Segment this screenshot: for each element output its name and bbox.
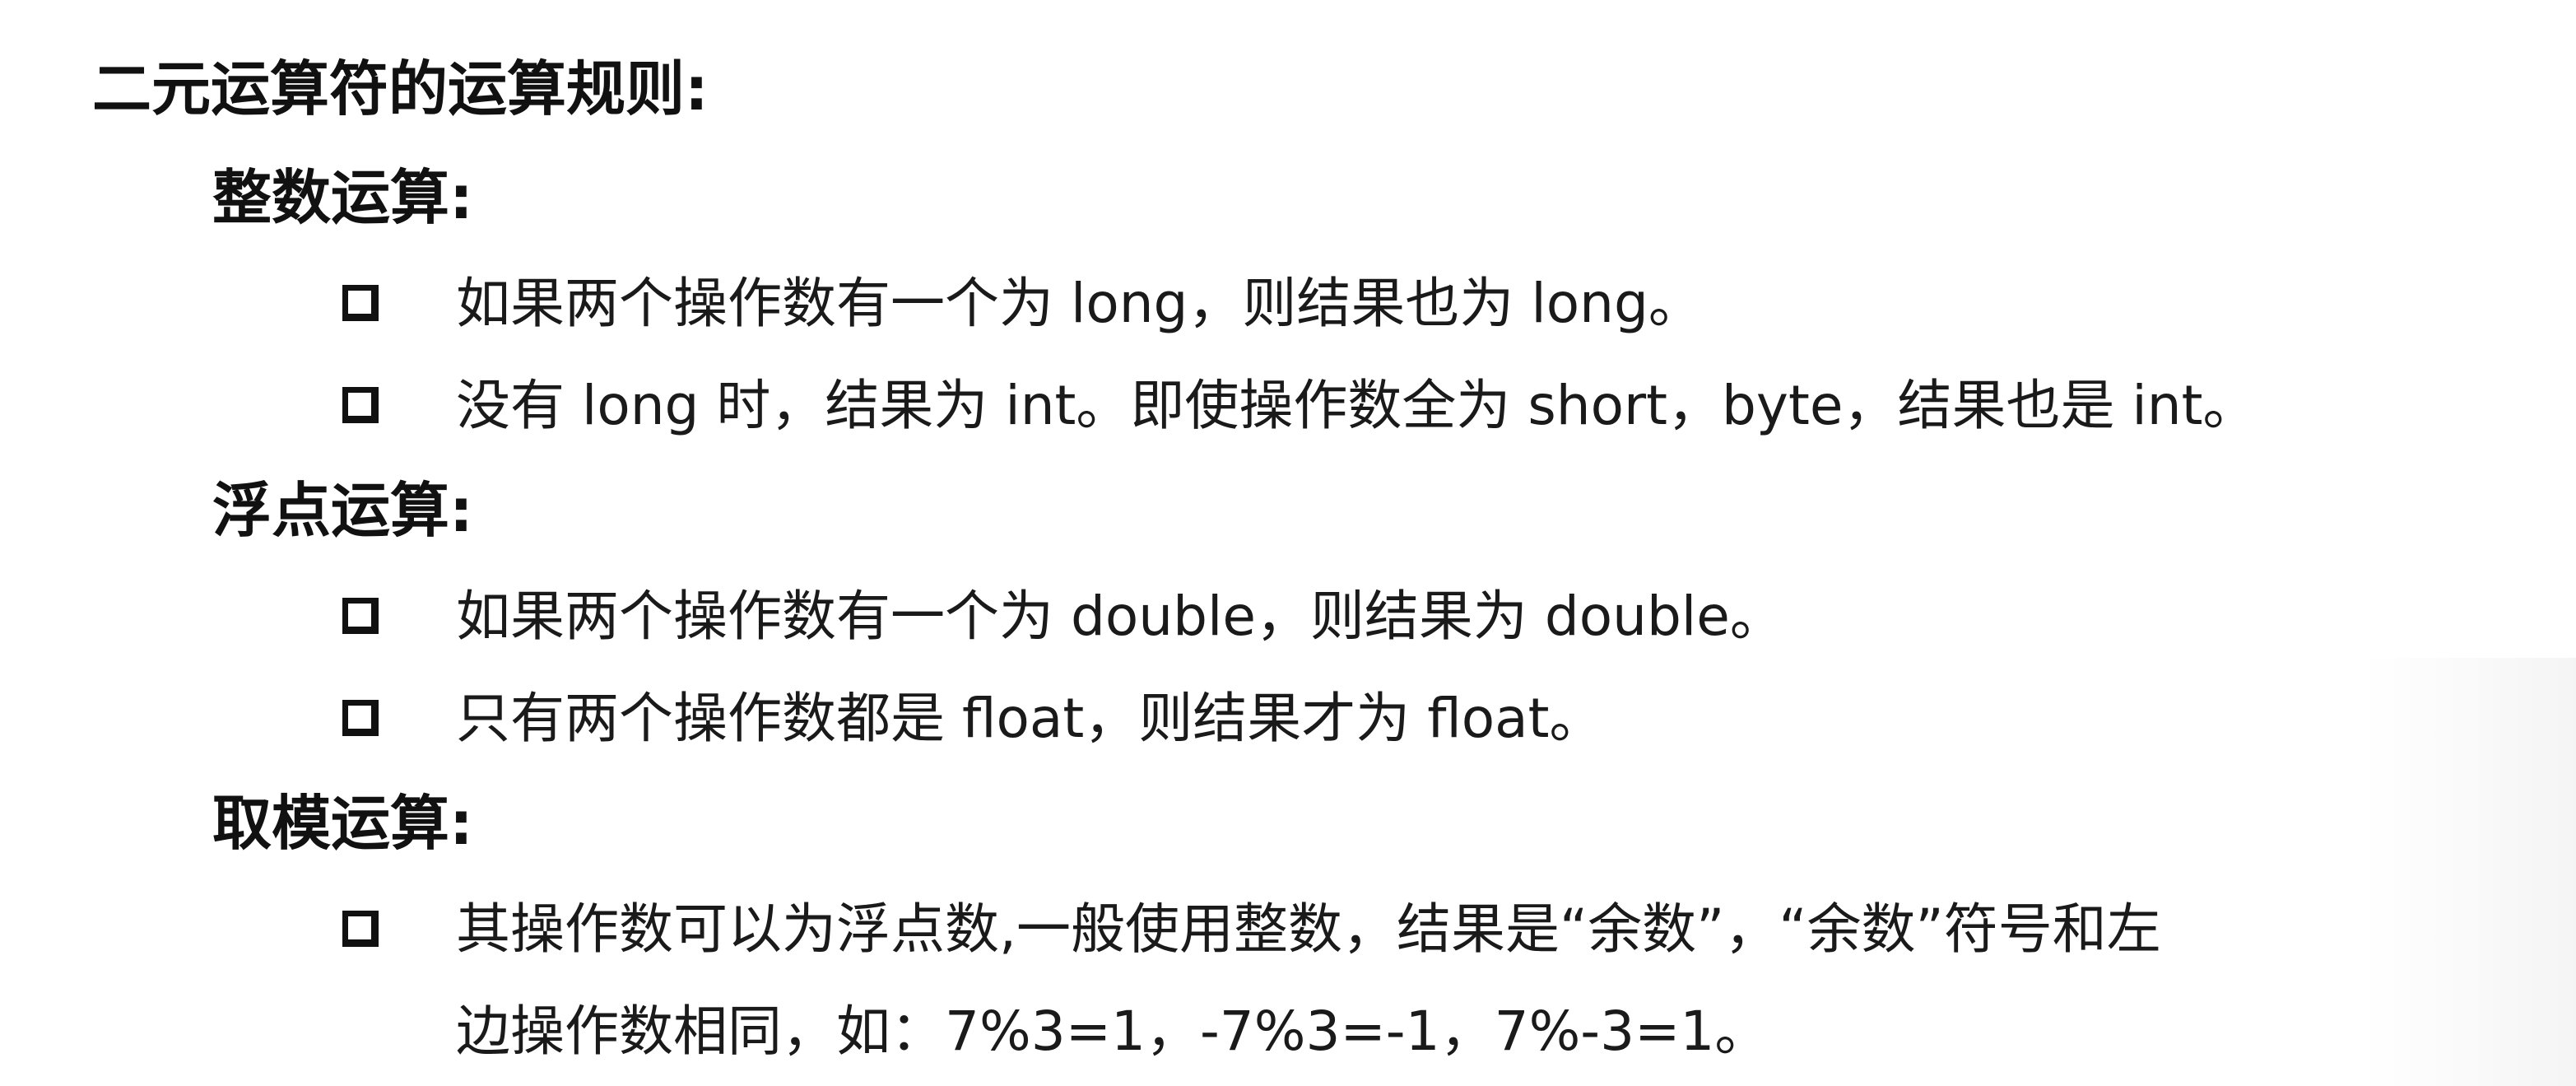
section-heading-integer: 整数运算: bbox=[212, 163, 473, 232]
slide-page: 二元运算符的运算规则: 整数运算: 如果两个操作数有一个为 long，则结果也为… bbox=[0, 0, 2576, 1086]
list-item: 如果两个操作数有一个为 double，则结果为 double。 bbox=[456, 585, 1784, 648]
list-item: 只有两个操作数都是 float，则结果才为 float。 bbox=[456, 687, 1604, 750]
edge-shadow bbox=[2362, 658, 2576, 1086]
list-item: 其操作数可以为浮点数,一般使用整数，结果是“余数”，“余数”符号和左 bbox=[456, 897, 2161, 961]
section-heading-float: 浮点运算: bbox=[212, 476, 473, 545]
checkbox-square-icon bbox=[342, 700, 379, 736]
list-item: 没有 long 时，结果为 int。即使操作数全为 short，byte，结果也… bbox=[456, 374, 2257, 437]
list-item-continuation: 边操作数相同，如：7%3=1，-7%3=-1，7%-3=1。 bbox=[456, 1000, 1769, 1063]
checkbox-square-icon bbox=[342, 911, 379, 947]
section-heading-modulo: 取模运算: bbox=[212, 789, 473, 858]
list-item: 如果两个操作数有一个为 long，则结果也为 long。 bbox=[456, 272, 1703, 335]
page-title: 二元运算符的运算规则: bbox=[92, 54, 709, 124]
checkbox-square-icon bbox=[342, 285, 379, 321]
checkbox-square-icon bbox=[342, 387, 379, 423]
checkbox-square-icon bbox=[342, 598, 379, 634]
